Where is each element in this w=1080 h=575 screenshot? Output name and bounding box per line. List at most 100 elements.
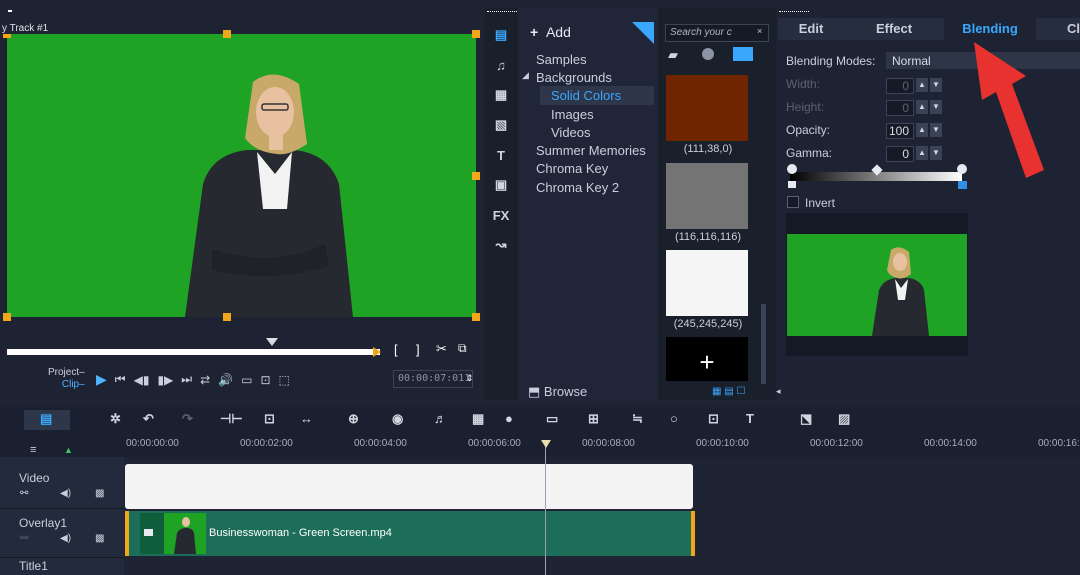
add-track-icon[interactable]: ▲ [64,445,73,455]
invert-checkbox[interactable] [787,196,799,208]
track-manager-icon[interactable]: ≡ [30,444,36,456]
add-button[interactable]: + Add [530,24,571,40]
next-frame-icon[interactable]: ▮▶ [157,373,173,387]
opacity-spinner[interactable]: ▲ ▼ [916,123,942,139]
copy-icon[interactable]: ⧉ [458,341,467,356]
tree-item-videos[interactable]: Videos [551,125,591,140]
tab-effect[interactable]: Effect [844,18,944,40]
mute-icon[interactable]: ◀) [60,533,71,544]
tree-item-solid-colors[interactable]: Solid Colors [551,88,621,103]
gamma-spinner[interactable]: ▲ ▼ [916,146,942,162]
split-track-icon[interactable]: ⊕ [348,411,359,427]
ripple-icon[interactable]: ↔ [300,411,313,426]
gamma-knob-left[interactable] [787,164,797,174]
instant-project-icon[interactable]: ♫ [484,50,518,80]
height-spinner[interactable]: ▲ ▼ [916,100,942,116]
pin-icon[interactable] [632,22,654,44]
gamma-marker-white[interactable] [958,181,967,189]
resize-handle[interactable] [3,313,11,321]
view-toggle-icon[interactable] [733,47,753,61]
resize-handle[interactable] [472,30,480,38]
mark-in-button[interactable]: [ [394,342,398,357]
subtitle-icon[interactable]: ▭ [546,411,558,427]
collapse-arrow-icon[interactable]: ◂ [776,386,781,397]
home-icon[interactable]: ⏮ [115,372,126,387]
overlay-mode-icon[interactable]: ⬚ [279,373,290,387]
timeline-view-icon[interactable]: ▤ [40,411,52,427]
tools-icon[interactable]: ✲ [110,411,121,427]
add-color-tile[interactable]: + [666,337,748,381]
video-clip[interactable] [125,464,693,509]
tracker-icon[interactable]: ⬔ [800,411,812,427]
project-mode[interactable]: Project– [48,367,85,379]
resize-handle[interactable] [472,313,480,321]
mark-out-button[interactable]: ] [416,342,420,357]
timecode-spinner[interactable]: ⇕ [466,373,474,384]
audio-icon[interactable]: ♬ [434,411,447,426]
expand-arrow-icon[interactable]: ◢ [522,70,529,81]
resize-handle[interactable] [223,30,231,38]
volume-icon[interactable]: 🔊 [218,373,233,387]
scrub-bar[interactable] [7,349,380,355]
width-spinner[interactable]: ▲ ▼ [916,78,942,94]
prev-frame-icon[interactable]: ◀▮ [134,373,150,387]
end-icon[interactable]: ⏭ [181,372,192,387]
mute-icon[interactable]: ◀) [60,488,71,499]
clear-search-icon[interactable]: × [757,26,762,36]
timeline-playhead[interactable] [545,440,546,575]
link-icon[interactable]: ⚯ [20,488,28,499]
split-icon[interactable]: ✂ [436,341,447,357]
project-clip-toggle[interactable]: Project– Clip– [48,367,85,391]
redo-icon[interactable]: ↷ [182,411,193,427]
timecode-field[interactable]: 00:00:07:011 [393,370,473,388]
title-track[interactable] [124,558,1080,575]
gamma-field[interactable]: 0 [886,146,914,162]
gamma-marker-black[interactable] [788,181,796,188]
repeat-icon[interactable]: ⇄ [200,373,210,387]
play-icon[interactable]: ▶ [96,371,107,388]
link-icon[interactable]: ⚯ [20,533,28,544]
mask-icon[interactable]: ◉ [392,411,403,427]
resize-handle[interactable] [223,313,231,321]
undo-icon[interactable]: ↶ [143,411,154,427]
tree-item-images[interactable]: Images [551,107,594,122]
resize-handle[interactable] [472,172,480,180]
zoom-icon[interactable]: ⊡ [708,411,719,427]
swatch-gray[interactable] [666,163,748,229]
tree-item-backgrounds[interactable]: Backgrounds [536,70,612,85]
speed-icon[interactable]: ≒ [632,411,643,427]
import-folder-icon[interactable]: ▰ [668,47,678,63]
fit-icon[interactable]: ⊣⊢ [220,411,243,427]
clip-mode[interactable]: Clip– [48,379,85,391]
playhead-marker[interactable] [541,440,551,448]
tab-edit[interactable]: Edit [778,18,844,40]
path-icon[interactable]: ↝ [484,230,518,260]
scrub-knob[interactable] [266,338,278,346]
grid-icon[interactable]: ⊞ [588,411,599,427]
tree-item-summer-memories[interactable]: Summer Memories [536,143,646,158]
width-field[interactable]: 0 [886,78,914,94]
record-icon[interactable]: ⊡ [264,411,275,427]
title-3d-icon[interactable]: T [746,411,754,426]
color-picker-icon[interactable] [702,48,714,60]
swatch-white[interactable] [666,250,748,316]
preview-video[interactable] [7,34,476,317]
grid-toggle-icon[interactable]: ▩ [95,488,104,499]
tree-item-chroma-key[interactable]: Chroma Key [536,161,608,176]
motion-icon[interactable]: ● [505,411,513,426]
height-field[interactable]: 0 [886,100,914,116]
tree-item-samples[interactable]: Samples [536,52,587,67]
fx-icon[interactable]: FX [484,200,518,230]
paint-icon[interactable]: ▨ [838,411,850,427]
hd-preview-icon[interactable]: ▭ [241,373,252,387]
tree-item-chroma-key-2[interactable]: Chroma Key 2 [536,180,619,195]
swatch-brown[interactable] [666,75,748,141]
opacity-field[interactable]: 100 [886,123,914,139]
multicam-icon[interactable]: ▦ [472,411,484,427]
media-icon[interactable]: ▤ [484,20,518,50]
browse-button[interactable]: ⬒ Browse [528,384,587,400]
gamma-knob-right[interactable] [957,164,967,174]
transition-icon[interactable]: ▦ [484,80,518,110]
view-mode-icon[interactable]: ▦ ▤ ☐ [712,386,745,397]
loop-icon[interactable]: ○ [670,411,678,426]
